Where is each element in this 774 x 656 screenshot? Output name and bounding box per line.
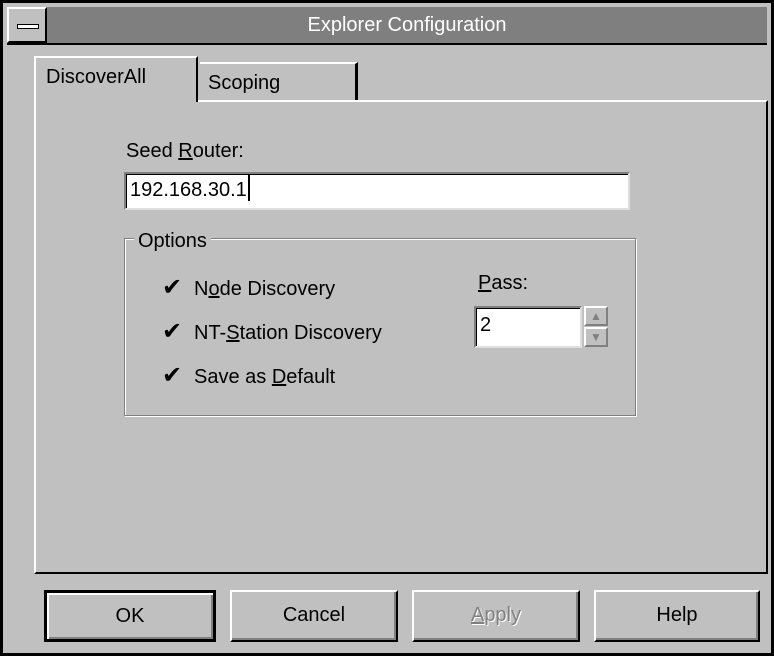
minus-bar-icon bbox=[17, 24, 39, 29]
pass-input[interactable]: 2 bbox=[474, 306, 582, 348]
pass-spinner-buttons: ▲ ▼ bbox=[584, 306, 610, 348]
title-bar[interactable]: Explorer Configuration bbox=[7, 7, 767, 45]
help-button[interactable]: Help bbox=[594, 590, 760, 642]
tab-discoverall[interactable]: DiscoverAll bbox=[34, 56, 198, 102]
checkmark-icon: ✔ bbox=[161, 318, 183, 345]
seed-router-label: Seed Router: bbox=[126, 140, 244, 162]
system-menu-button[interactable] bbox=[7, 7, 47, 43]
tab-discoverall-label: DiscoverAll bbox=[46, 66, 147, 88]
node-discovery-checkbox[interactable]: ✔ bbox=[160, 276, 184, 300]
down-arrow-icon: ▼ bbox=[590, 330, 602, 344]
pass-value: 2 bbox=[480, 314, 492, 336]
nt-station-discovery-checkbox[interactable]: ✔ bbox=[160, 320, 184, 344]
spin-up-button[interactable]: ▲ bbox=[584, 306, 608, 326]
checkmark-icon: ✔ bbox=[161, 274, 183, 301]
save-as-default-label[interactable]: Save as Default bbox=[194, 366, 335, 389]
apply-button[interactable]: Apply bbox=[412, 590, 580, 642]
cancel-button[interactable]: Cancel bbox=[230, 590, 398, 642]
nt-station-discovery-label[interactable]: NT-Station Discovery bbox=[194, 322, 382, 345]
save-as-default-checkbox[interactable]: ✔ bbox=[160, 364, 184, 388]
node-discovery-label[interactable]: Node Discovery bbox=[194, 278, 335, 301]
checkmark-icon: ✔ bbox=[161, 362, 183, 389]
tab-scoping-label: Scoping bbox=[208, 72, 281, 94]
seed-router-input[interactable]: 192.168.30.1 bbox=[124, 172, 630, 210]
text-caret bbox=[247, 175, 250, 201]
options-group-label: Options bbox=[134, 230, 211, 253]
tab-scoping[interactable]: Scoping bbox=[200, 62, 358, 102]
spin-down-button[interactable]: ▼ bbox=[584, 327, 608, 347]
window-title: Explorer Configuration bbox=[307, 14, 507, 36]
ok-button[interactable]: OK bbox=[44, 590, 216, 642]
seed-router-value: 192.168.30.1 bbox=[130, 179, 247, 201]
pass-label: Pass: bbox=[478, 272, 529, 294]
up-arrow-icon: ▲ bbox=[590, 309, 602, 323]
